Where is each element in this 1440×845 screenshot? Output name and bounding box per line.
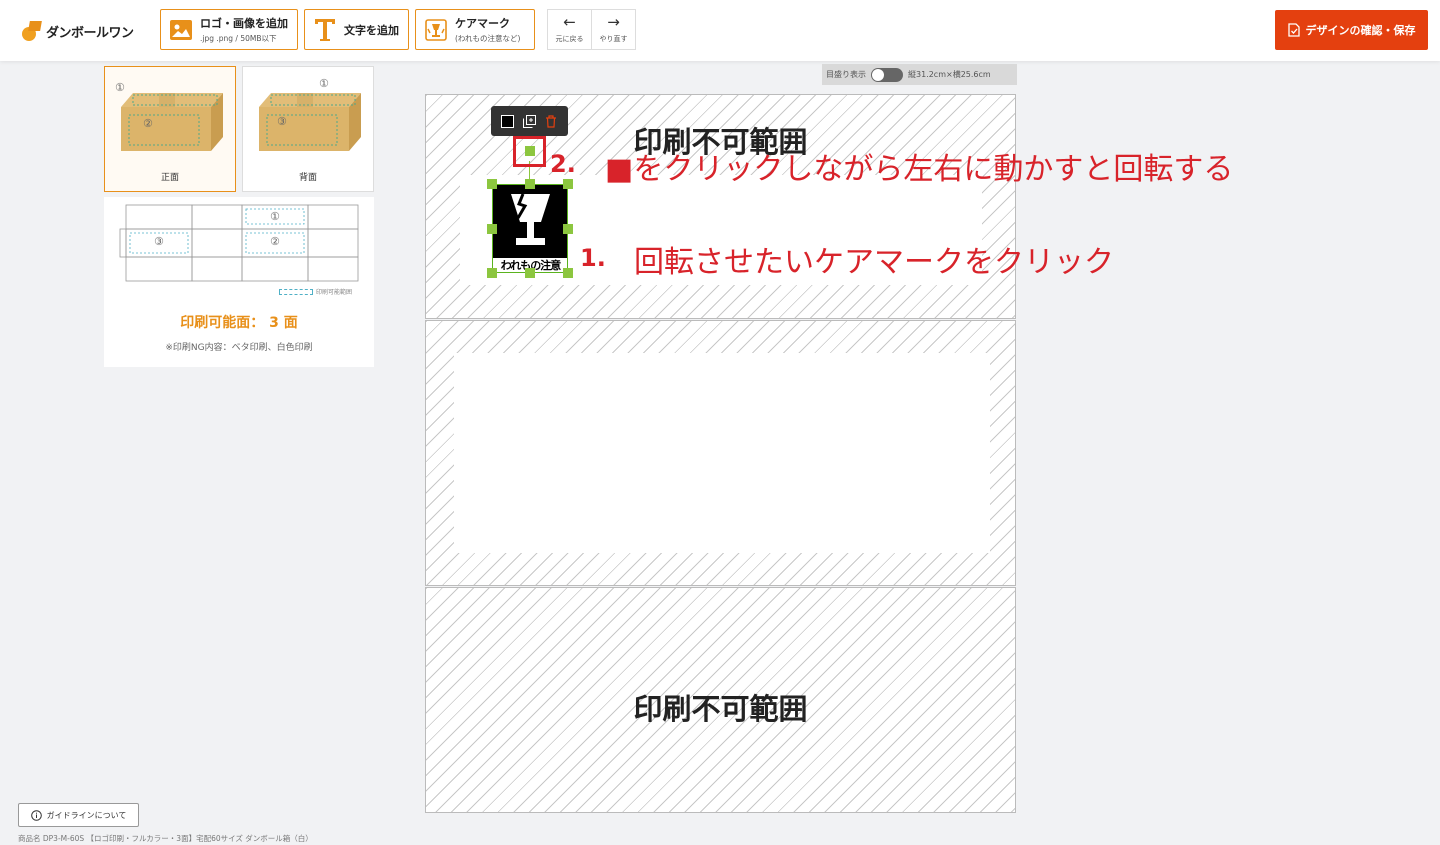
trash-icon [546, 114, 557, 128]
save-label: デザインの確認・保存 [1305, 24, 1416, 37]
box-mascot-icon [22, 21, 42, 41]
care-mark-icon [425, 18, 447, 41]
add-logo-sub: .jpg .png / 50MB以下 [200, 34, 277, 43]
care-mark-label: ケアマーク [455, 17, 510, 30]
resize-handle-ne[interactable] [563, 179, 573, 189]
element-toolbar [491, 106, 568, 136]
scale-toggle[interactable] [871, 67, 903, 82]
bottom-flap-panel[interactable]: 印刷不可範囲 [425, 587, 1016, 813]
diagram-num-1: ① [270, 210, 280, 223]
info-icon [30, 809, 42, 821]
add-logo-button[interactable]: ロゴ・画像を追加 .jpg .png / 50MB以下 [160, 9, 298, 50]
resize-handle-s[interactable] [525, 268, 535, 278]
cardboard-box-image [121, 93, 223, 151]
app-header: ダンボールワン ロゴ・画像を追加 .jpg .png / 50MB以下 文字を追… [0, 0, 1440, 61]
print-ng-note: ※印刷NG内容：ベタ印刷、白色印刷 [165, 343, 313, 353]
fragile-care-mark[interactable]: われもの注意 [493, 184, 568, 274]
image-icon [170, 19, 192, 41]
brand-logo[interactable]: ダンボールワン [22, 18, 134, 44]
diagram-num-3: ③ [154, 235, 164, 248]
side-thumb-back[interactable]: ① ③ 背面 [242, 66, 374, 192]
resize-handle-sw[interactable] [487, 268, 497, 278]
guideline-label: ガイドラインについて [46, 810, 127, 820]
step2-instruction: ■をクリックしながら左右に動かすと回転する [605, 152, 1234, 187]
history-controls: ← 元に戻る → やり直す [547, 9, 636, 50]
resize-handle-se[interactable] [563, 268, 573, 278]
resize-handle-n[interactable] [525, 179, 535, 189]
care-mark-button[interactable]: ケアマーク (われもの注意など) [415, 9, 535, 50]
cardboard-box-image [259, 93, 361, 151]
resize-handle-e[interactable] [563, 224, 573, 234]
confirm-save-button[interactable]: デザインの確認・保存 [1275, 10, 1428, 50]
arrow-right-icon: → [607, 13, 620, 31]
side-label-back: 背面 [298, 173, 317, 183]
front-face-panel[interactable] [425, 320, 1016, 586]
step1-number: 1. [580, 244, 606, 272]
text-t-icon [314, 18, 336, 41]
rotation-handle[interactable] [525, 146, 535, 156]
side-thumb-front[interactable]: ① ② 正面 [104, 66, 236, 192]
legend-text: 印刷可能範囲 [316, 289, 353, 296]
printable-area-front[interactable] [454, 353, 990, 553]
product-name: 商品名 DP3-M-60S 【ロゴ印刷・フルカラー・3面】宅配60サイズ ダンボ… [18, 834, 313, 843]
face-num-center: ② [143, 117, 153, 130]
step2-number: 2. [550, 150, 576, 178]
step1-instruction: 回転させたいケアマークをクリック [634, 245, 1114, 280]
add-logo-label: ロゴ・画像を追加 [200, 17, 288, 30]
guideline-button[interactable]: ガイドラインについて [18, 803, 139, 827]
printable-faces-title: 印刷可能面： 3 面 [180, 315, 298, 331]
add-text-button[interactable]: 文字を追加 [304, 9, 409, 50]
redo-button[interactable]: → やり直す [591, 10, 635, 49]
color-picker-button[interactable] [500, 113, 516, 129]
undo-label: 元に戻る [555, 35, 584, 43]
delete-button[interactable] [543, 113, 559, 129]
redo-label: やり直す [599, 35, 628, 43]
diagram-num-2: ② [270, 235, 280, 248]
print-area-info: ③ ② ① 印刷可能範囲 印刷可能面： 3 面 ※印刷NG内容：ベタ印刷、白色印… [104, 197, 374, 367]
side-label-front: 正面 [160, 173, 179, 183]
duplicate-button[interactable] [521, 113, 537, 129]
face-num-center: ③ [277, 115, 287, 128]
face-num-top: ① [319, 77, 329, 90]
no-print-label: 印刷不可範囲 [633, 692, 808, 726]
arrow-left-icon: ← [563, 13, 576, 31]
resize-handle-nw[interactable] [487, 179, 497, 189]
broken-glass-icon [511, 193, 550, 245]
scale-toggle-bar: 目盛り表示 縦31.2cm×横25.6cm [822, 64, 1017, 85]
document-check-icon [1287, 23, 1300, 37]
care-mark-sub: (われもの注意など) [455, 34, 521, 43]
dimensions-label: 縦31.2cm×横25.6cm [908, 70, 991, 79]
logo-text: ダンボールワン [46, 25, 134, 41]
duplicate-icon [522, 114, 536, 128]
face-num-top: ① [115, 81, 125, 94]
undo-button[interactable]: ← 元に戻る [548, 10, 591, 49]
resize-handle-w[interactable] [487, 224, 497, 234]
scale-label: 目盛り表示 [826, 70, 866, 79]
legend-swatch [279, 289, 313, 295]
add-text-label: 文字を追加 [344, 23, 399, 37]
